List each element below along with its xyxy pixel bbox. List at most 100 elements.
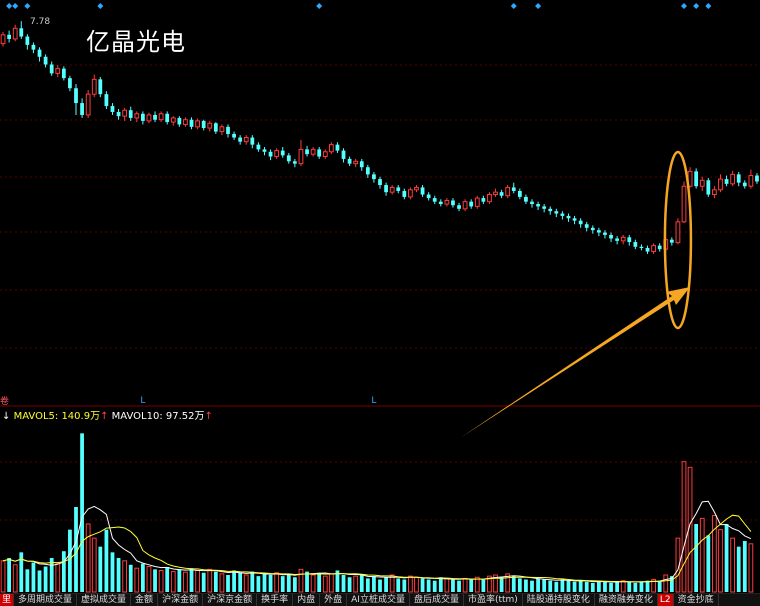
candle-body — [201, 120, 206, 129]
indicator-tab[interactable]: 融资融券变化 — [595, 594, 658, 606]
volume-bar — [140, 563, 145, 592]
candle-body — [328, 144, 334, 153]
indicator-tab-bar: 里多周期成交量 虚拟成交量 金额 沪深金额 沪深京金额 换手率 内盘 外盘 AI立桩成交量 盘后成… — [0, 593, 760, 606]
indicator-tab[interactable]: 资金抄底 — [674, 594, 719, 606]
candle-body — [396, 187, 401, 191]
candle-body — [128, 110, 133, 118]
candle-body — [91, 78, 97, 95]
candle-body — [730, 173, 736, 185]
candle-body — [699, 179, 705, 187]
volume-bar — [414, 576, 419, 593]
volume-bar — [310, 574, 316, 593]
candle-body — [49, 64, 54, 74]
candle-body — [389, 186, 395, 193]
volume-bar — [530, 580, 534, 592]
volume-bar — [396, 578, 401, 592]
volume-bar — [742, 541, 747, 592]
volume-bar — [378, 579, 382, 592]
candle-body — [170, 117, 176, 123]
candle-body — [195, 120, 200, 128]
candle-body — [706, 180, 711, 195]
candle-body — [226, 126, 230, 134]
volume-bar — [328, 573, 334, 593]
candle-body — [183, 119, 188, 125]
volume-bar — [61, 551, 66, 592]
volume-ma-line — [2, 514, 752, 583]
volume-bar — [305, 571, 309, 592]
volume-bar — [748, 543, 754, 593]
candle-body — [675, 221, 681, 244]
candle-body — [481, 198, 486, 202]
top-marker — [705, 3, 712, 9]
candle-body — [243, 137, 249, 143]
candle-body — [718, 178, 723, 191]
candle-body — [68, 78, 72, 89]
stock-name: 亿晶光电 — [86, 28, 186, 56]
indicator-tab[interactable]: 沪深京金额 — [203, 594, 258, 606]
candle-body — [55, 68, 61, 74]
volume-bar — [341, 575, 346, 592]
mavol5-value: 140.9万 — [61, 411, 101, 422]
indicator-tab[interactable]: 陆股通持股变化 — [523, 594, 595, 606]
candle-body — [712, 189, 717, 196]
candle-body — [232, 133, 236, 138]
candle-body — [122, 109, 128, 117]
indicator-tab[interactable]: 盘后成交量 — [410, 594, 464, 606]
volume-bar — [353, 575, 359, 593]
top-marker — [6, 3, 13, 9]
volume-bar — [170, 571, 176, 593]
volume-bar — [153, 569, 157, 592]
candle-body — [286, 155, 291, 162]
volume-bar — [694, 524, 699, 592]
volume-bar — [590, 582, 595, 592]
mavol-legend: ↓ MAVOL5: 140.9万↑ MAVOL10: 97.52万↑ — [2, 407, 213, 422]
indicator-tab[interactable]: 市盈率(ttm) — [464, 594, 523, 606]
volume-bar — [128, 564, 133, 592]
l-markers: LL — [140, 396, 376, 406]
indicator-tab[interactable]: 虚拟成交量 — [77, 594, 132, 606]
volume-bar — [469, 579, 474, 592]
candle-body — [268, 151, 273, 157]
volume-bar — [584, 581, 589, 592]
indicator-tab[interactable]: L2 — [657, 594, 674, 606]
candle-body — [402, 190, 407, 197]
volume-bar — [663, 574, 669, 593]
candle-body — [347, 158, 352, 164]
volume-bar — [499, 577, 504, 592]
candle-body — [724, 179, 729, 184]
candle-body — [633, 242, 638, 247]
volume-bar — [481, 579, 486, 592]
stock-chart[interactable]: LL — [0, 0, 760, 605]
candle-body — [596, 230, 601, 233]
candle-body — [651, 245, 656, 253]
indicator-tab[interactable]: 多周期成交量 — [14, 594, 78, 606]
candle-body — [335, 144, 340, 151]
volume-bar — [219, 573, 225, 593]
indicator-tab[interactable]: 外盘 — [320, 594, 348, 606]
candle-body — [620, 236, 626, 242]
candle-body — [487, 194, 492, 203]
candle-body — [0, 34, 6, 45]
candle-body — [98, 79, 103, 95]
top-marker — [97, 3, 104, 9]
volume-bar — [603, 581, 607, 592]
candle-body — [609, 234, 613, 239]
volume-bar — [31, 562, 36, 592]
indicator-tab[interactable]: 里 — [0, 594, 15, 606]
indicator-tab[interactable]: 金额 — [131, 594, 159, 606]
volume-bar — [712, 515, 717, 593]
candle-body — [80, 103, 84, 115]
candle-body — [25, 36, 30, 45]
chart-grid — [0, 64, 760, 521]
volume-bar — [365, 578, 370, 592]
volume-bar — [292, 577, 297, 592]
candle-body — [627, 237, 632, 243]
volume-bar — [12, 564, 18, 593]
indicator-tab[interactable]: 内盘 — [293, 594, 321, 606]
indicator-tab[interactable]: AI立桩成交量 — [347, 594, 410, 606]
indicator-tab[interactable]: 换手率 — [257, 594, 294, 606]
indicator-tab[interactable]: 沪深金额 — [158, 594, 204, 606]
volume-bar — [633, 582, 638, 592]
top-marker — [535, 3, 542, 9]
candle-body — [7, 34, 12, 39]
